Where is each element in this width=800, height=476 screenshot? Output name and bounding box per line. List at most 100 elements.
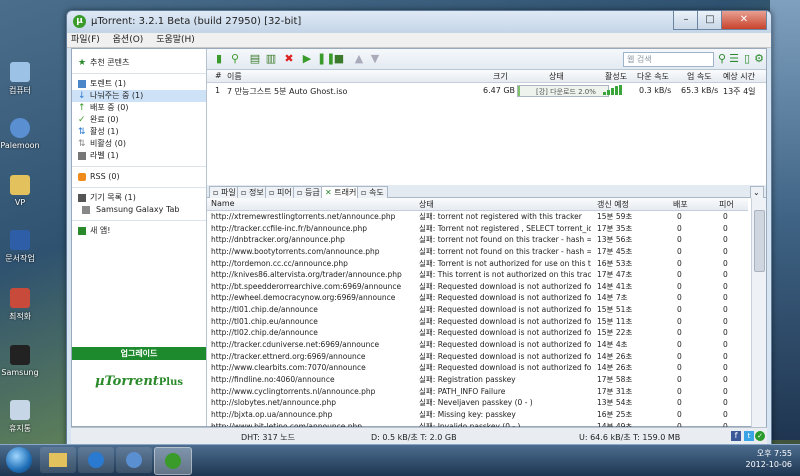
sidebar-item-completed[interactable]: ✓ 완료 (0) <box>72 114 206 126</box>
tracker-name: http://www.bootytorrents.com/announce.ph… <box>211 246 380 256</box>
start-icon[interactable]: ▶ <box>301 53 313 65</box>
tab-files[interactable]: ▫ 파일 <box>209 186 240 198</box>
collapse-panel-button[interactable]: ⌄ <box>750 186 764 198</box>
tracker-peers: 0 <box>723 409 728 419</box>
tracker-row[interactable]: http://www.bootytorrents.com/announce.ph… <box>207 246 748 258</box>
remote-icon[interactable]: ▯ <box>741 53 753 65</box>
tracker-row[interactable]: http://tracker.ettnerd.org:6969/announce… <box>207 351 748 363</box>
menu-file[interactable]: 파일(F) <box>71 33 100 47</box>
sidebar-item-new-apps[interactable]: 새 앱! <box>72 225 206 237</box>
tracker-row[interactable]: http://bjxta.op.ua/announce.php 실패: Missi… <box>207 409 748 421</box>
title-bar[interactable]: µ µTorrent: 3.2.1 Beta (build 27950) [32… <box>67 11 771 33</box>
stop-icon[interactable]: ■ <box>333 53 345 65</box>
utorrent-taskbar-button[interactable] <box>154 447 192 475</box>
tracker-row[interactable]: http://tordemon.cc.cc/announce.php 실패: To… <box>207 258 748 270</box>
torrent-row[interactable]: 1 7 만능그스트 5분 Auto Ghost.iso 6.47 GB [강] … <box>207 83 766 97</box>
move-down-icon[interactable]: ▼ <box>369 53 381 65</box>
search-input[interactable]: 웹 검색 <box>623 52 714 67</box>
tracker-row[interactable]: http://findline.no:4060/announce 실패: Regi… <box>207 374 748 386</box>
sidebar-item-rss[interactable]: RSS (0) <box>72 171 206 183</box>
col-down[interactable]: 다운 속도 <box>637 71 669 82</box>
tracker-row[interactable]: http://tl02.chip.de/announce 실패: Requeste… <box>207 327 748 339</box>
minimize-button[interactable]: – <box>673 11 699 30</box>
col-status[interactable]: 상태 <box>549 71 564 82</box>
desktop-icon-trash[interactable]: 휴지통 <box>0 400 40 434</box>
col-num[interactable]: # <box>215 71 222 80</box>
start-button[interactable] <box>6 447 32 473</box>
tracker-row[interactable]: http://www.clearbits.com:7070/announce 실패… <box>207 362 748 374</box>
sidebar-item-active[interactable]: ⇅ 활성 (1) <box>72 126 206 138</box>
sidebar-item-featured[interactable]: ★ 추천 콘텐츠 <box>72 57 206 69</box>
tracker-row[interactable]: http://tracker.cduniverse.net:6969/annou… <box>207 339 748 351</box>
tab-info[interactable]: ▫ 정보 <box>237 186 268 198</box>
search-icon[interactable]: ⚲ <box>716 53 728 65</box>
list-view-icon[interactable]: ☰ <box>728 53 740 65</box>
tracker-seeds: 0 <box>677 212 682 221</box>
tracker-peers: 0 <box>723 281 728 291</box>
pause-icon[interactable]: ❚❚ <box>317 53 335 65</box>
col-health[interactable]: 활성도 <box>605 71 627 82</box>
tracker-row[interactable]: http://xtremewrestlingtorrents.net/annou… <box>207 211 748 223</box>
tracker-row[interactable]: http://www.cyclingtorrents.nl/announce.p… <box>207 386 748 398</box>
col-eta[interactable]: 예상 시간 <box>723 71 755 82</box>
torrent-eta: 13주 4일 <box>723 87 756 96</box>
tracker-scrollbar[interactable] <box>751 198 766 455</box>
menu-help[interactable]: 도움말(H) <box>156 33 195 47</box>
maximize-button[interactable]: □ <box>697 11 723 30</box>
tracker-row[interactable]: http://bt.speedderorrearchive.com:6969/a… <box>207 281 748 293</box>
sidebar-item-downloading[interactable]: ↓ 나눠주는 중 (1) <box>72 90 206 102</box>
move-up-icon[interactable]: ▲ <box>353 53 365 65</box>
sidebar-item-devices[interactable]: 기기 목록 (1) <box>72 192 206 204</box>
explorer-taskbar-button[interactable] <box>40 447 76 473</box>
remove-file-icon[interactable]: ▥ <box>265 53 277 65</box>
sidebar-item-galaxy-tab[interactable]: Samsung Galaxy Tab <box>72 204 206 216</box>
tracker-name: http://bjxta.op.ua/announce.php <box>211 409 333 419</box>
menu-options[interactable]: 옵션(O) <box>113 33 144 47</box>
upgrade-button[interactable]: 업그레이드 <box>72 347 206 360</box>
close-button[interactable]: ✕ <box>721 11 767 30</box>
desktop-icon-palemoon[interactable]: Palemoon <box>0 118 40 150</box>
tracker-row[interactable]: http://ewheel.democracynow.org:6969/anno… <box>207 292 748 304</box>
facebook-icon[interactable]: f <box>731 431 741 441</box>
desktop-icon-optimize[interactable]: 최적화 <box>0 288 40 322</box>
tracker-row[interactable]: http://dnbtracker.org/announce.php 실패: to… <box>207 234 748 246</box>
tracker-row[interactable]: http://knives86.altervista.org/trader/an… <box>207 269 748 281</box>
add-url-icon[interactable]: ⚲ <box>229 53 241 65</box>
desktop-icon-vp[interactable]: VP <box>0 175 40 207</box>
col-size[interactable]: 크기 <box>493 71 508 82</box>
tab-peers[interactable]: ▫ 피어 <box>265 186 296 198</box>
system-tray[interactable]: 오후 7:55 2012-10-06 <box>746 448 793 470</box>
col-name[interactable]: 이름 <box>227 71 242 82</box>
palemoon-taskbar-button[interactable] <box>116 447 152 473</box>
tab-speed[interactable]: ▫ 속도 <box>357 186 388 198</box>
col-tracker-seeds[interactable]: 배포 <box>673 199 688 210</box>
sidebar-item-torrents[interactable]: 토렌트 (1) <box>72 78 206 90</box>
scrollbar-thumb[interactable] <box>754 210 765 272</box>
tracker-row[interactable]: http://tl01.chip.eu/announce 실패: Requeste… <box>207 316 748 328</box>
tracker-tab-icon: ✕ <box>325 188 332 197</box>
desktop-icon-docs[interactable]: 문서작업 <box>0 230 40 264</box>
desktop-icon-computer[interactable]: 컴퓨터 <box>0 62 40 96</box>
tab-ratings[interactable]: ▫ 등급 <box>293 186 324 198</box>
tracker-row[interactable]: http://slobytes.net/announce.php 실패: Neve… <box>207 397 748 409</box>
utorrent-plus-logo[interactable]: µTorrentPlus <box>72 374 206 389</box>
col-tracker-name[interactable]: Name <box>211 199 235 208</box>
delete-icon[interactable]: ✖ <box>283 53 295 65</box>
col-tracker-peers[interactable]: 피어 <box>719 199 734 210</box>
twitter-icon[interactable]: t <box>744 431 754 441</box>
gear-icon[interactable]: ⚙ <box>753 53 765 65</box>
sidebar-item-labels[interactable]: 라벨 (1) <box>72 150 206 162</box>
col-up[interactable]: 업 속도 <box>687 71 712 82</box>
add-torrent-icon[interactable]: ▮ <box>213 53 225 65</box>
sidebar-item-seeding[interactable]: ↑ 배포 중 (0) <box>72 102 206 114</box>
tracker-seeds: 0 <box>677 363 682 373</box>
tracker-update: 15분 59초 <box>597 212 633 221</box>
desktop-icon-samsung[interactable]: Samsung <box>0 345 40 377</box>
create-torrent-icon[interactable]: ▤ <box>249 53 261 65</box>
col-tracker-update[interactable]: 갱신 예정 <box>597 199 629 210</box>
tracker-row[interactable]: http://tracker.ccfile-inc.fr/b/announce.… <box>207 223 748 235</box>
ie-taskbar-button[interactable] <box>78 447 114 473</box>
sidebar-item-inactive[interactable]: ⇅ 비활성 (0) <box>72 138 206 150</box>
col-tracker-status[interactable]: 상태 <box>419 199 434 210</box>
tracker-row[interactable]: http://tl01.chip.de/announce 실패: Requeste… <box>207 304 748 316</box>
